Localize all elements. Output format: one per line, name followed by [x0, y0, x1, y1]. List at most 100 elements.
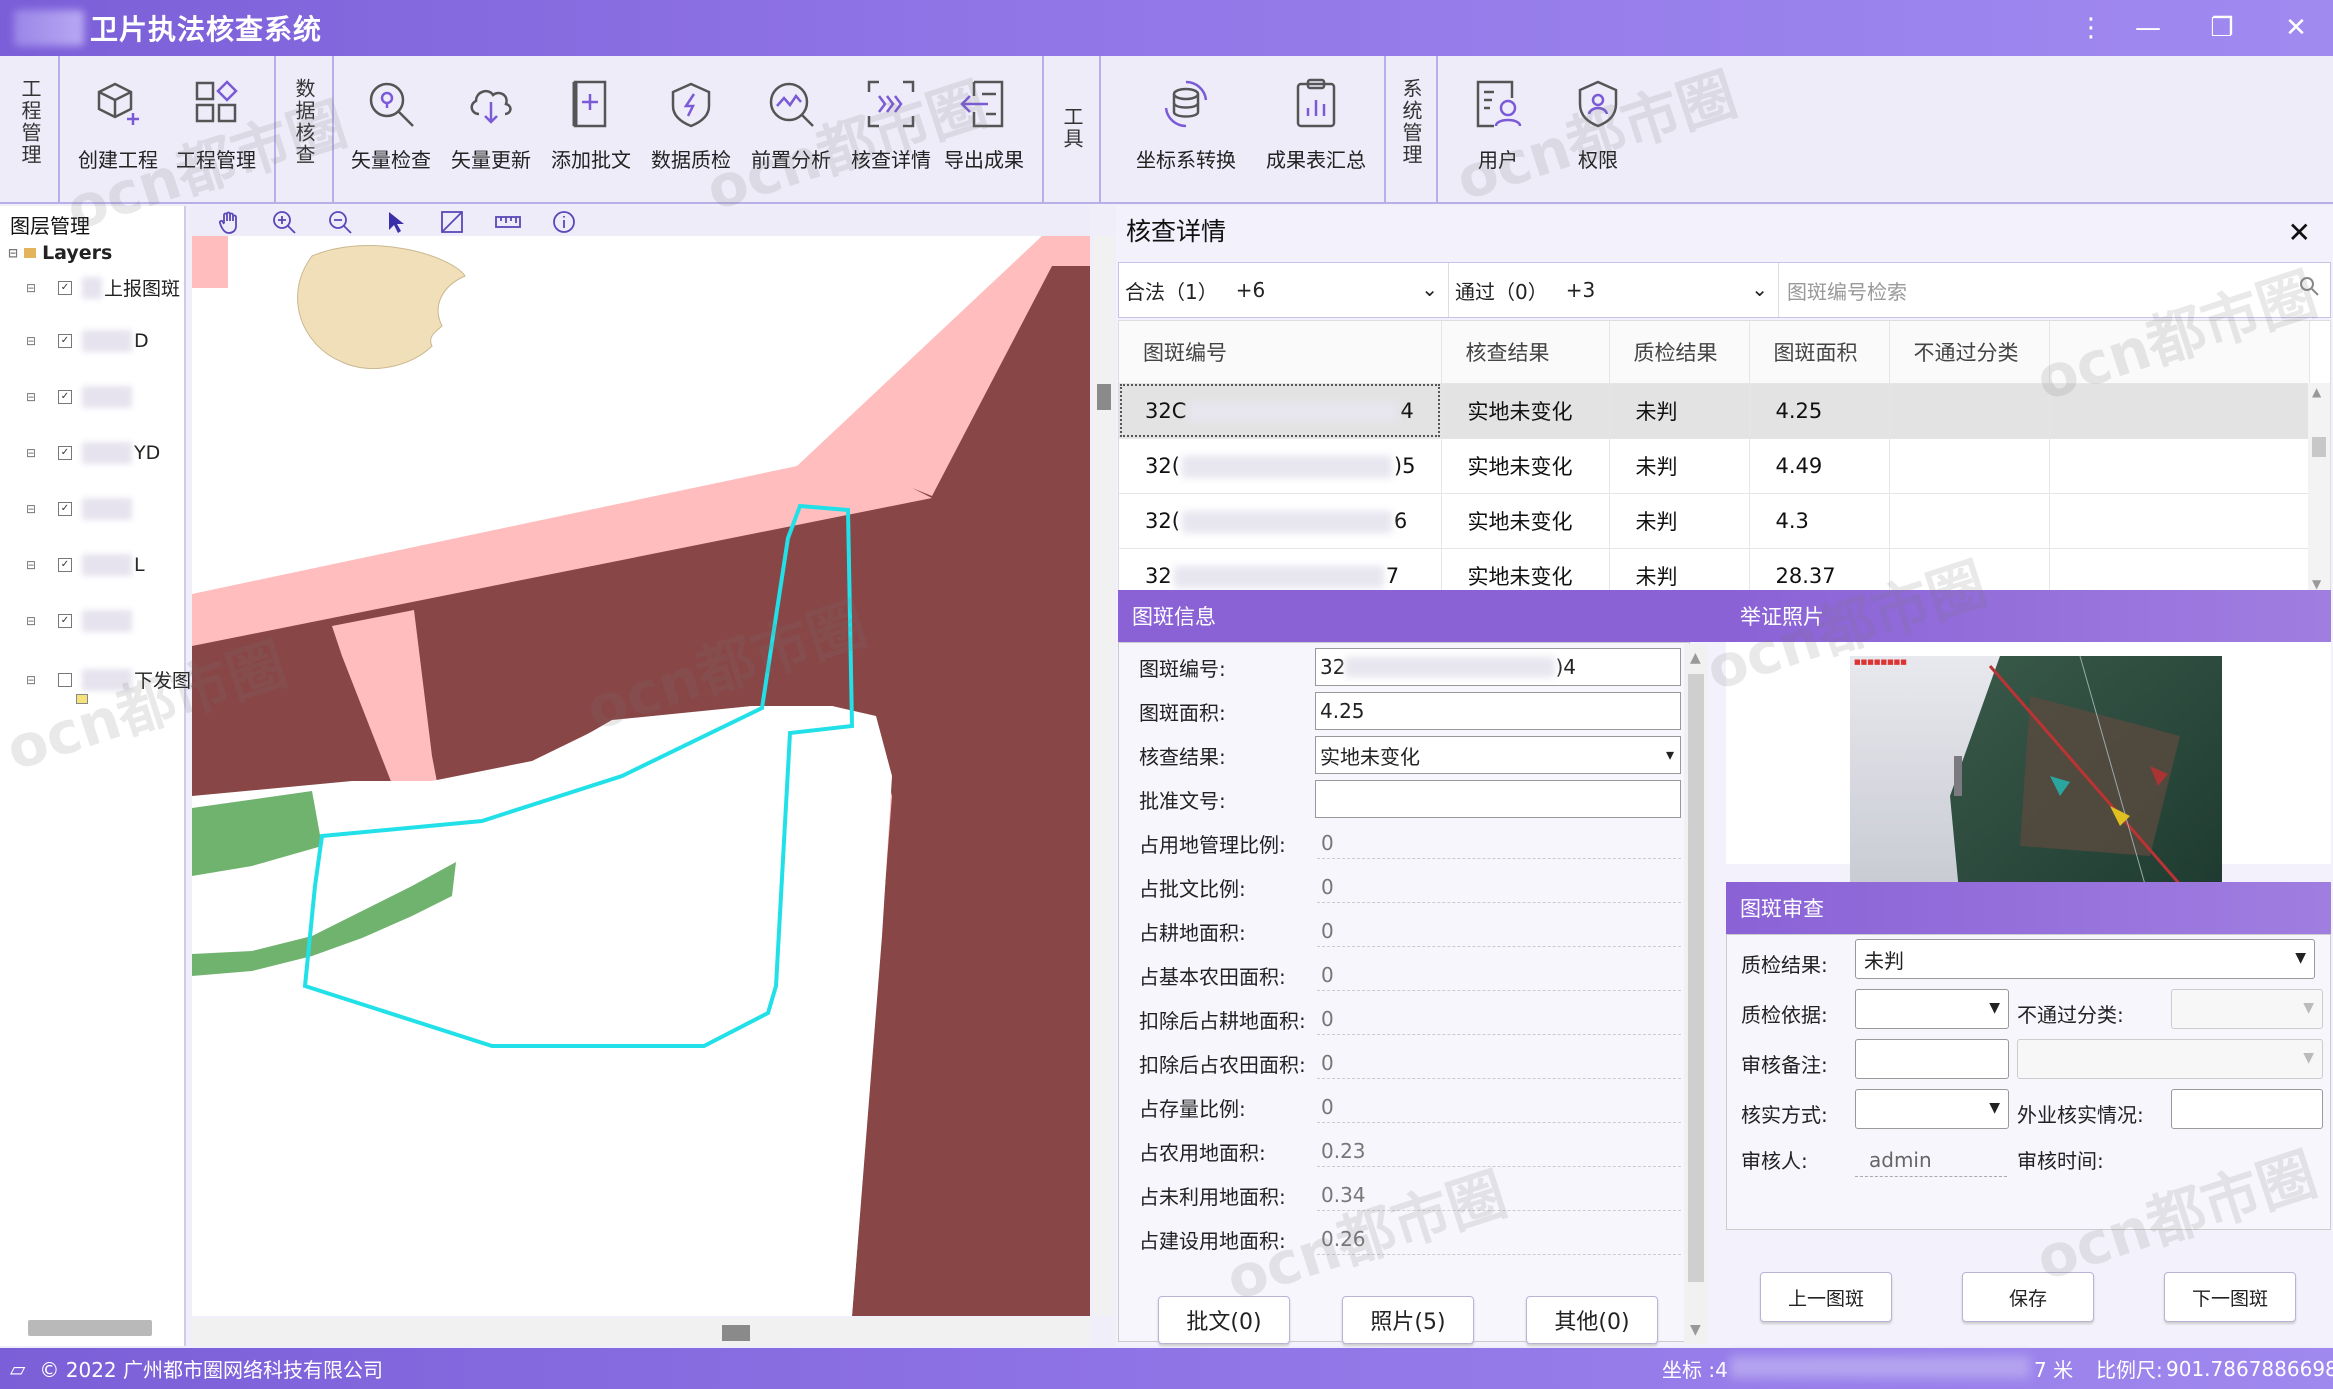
next-spot-button[interactable]: 下一图斑 [2164, 1272, 2296, 1322]
audit-remark-field[interactable] [1855, 1039, 2009, 1079]
vector-check-button[interactable]: 矢量检查 [341, 76, 441, 196]
layer-item[interactable]: ⊟ ✓ D [26, 330, 149, 352]
form-vertical-scrollbar[interactable]: ▲ ▼ [1684, 644, 1708, 1344]
expand-icon[interactable]: ⊟ [26, 558, 38, 572]
qc-basis-select[interactable]: ▼ [1855, 989, 2009, 1029]
more-icon[interactable]: ⋮ [2071, 0, 2111, 56]
evidence-header: 举证照片 [1726, 590, 2331, 642]
qc-result-select[interactable]: 未判 ▼ [1855, 939, 2315, 979]
expand-icon[interactable]: ⊟ [8, 246, 18, 260]
restore-button[interactable]: ❐ [2185, 0, 2259, 56]
layer-item[interactable]: ⊟ 下发图斑 [26, 666, 210, 693]
select-arrow-icon[interactable] [382, 208, 410, 236]
layer-item[interactable]: ⊟ ✓ YD [26, 442, 160, 464]
spot-search-input[interactable]: 图斑编号检索 [1779, 263, 2332, 317]
pan-hand-icon[interactable] [216, 208, 244, 236]
table-row[interactable]: 32C 4 实地未变化 未判 4.25 [1119, 383, 2310, 439]
permission-button[interactable]: 权限 [1548, 76, 1648, 196]
add-approval-button[interactable]: 添加批文 [541, 76, 641, 196]
approval-number-field[interactable] [1315, 780, 1681, 818]
layer-item[interactable]: ⊟ ✓ L [26, 554, 145, 576]
draw-polygon-icon[interactable] [438, 208, 466, 236]
table-row[interactable]: 32(6 实地未变化 未判 4.3 [1119, 493, 2310, 549]
measure-ruler-icon[interactable] [494, 208, 522, 236]
map-vertical-scrollbar[interactable] [1094, 236, 1114, 1316]
prev-spot-button[interactable]: 上一图斑 [1760, 1272, 1892, 1322]
layer-item[interactable]: ⊟ ✓ 上报图斑 [26, 274, 180, 301]
layer-checkbox[interactable]: ✓ [58, 334, 72, 348]
layer-item[interactable]: ⊟ ✓ [26, 498, 134, 520]
scroll-thumb[interactable] [722, 1325, 750, 1341]
scroll-down-icon[interactable]: ▼ [2312, 577, 2321, 591]
legal-filter-select[interactable]: 合法（1） +6 ⌄ [1119, 263, 1449, 317]
pass-filter-select[interactable]: 通过（0） +3 ⌄ [1449, 263, 1779, 317]
scroll-up-icon[interactable]: ▲ [1690, 650, 1701, 666]
scroll-down-icon[interactable]: ▼ [1690, 1322, 1701, 1338]
col-header[interactable]: 质检结果 [1609, 321, 1750, 384]
coord-convert-button[interactable]: 坐标系转换 [1126, 76, 1246, 196]
check-detail-button[interactable]: 核查详情 [841, 76, 941, 196]
layer-checkbox[interactable]: ✓ [58, 390, 72, 404]
vector-update-button[interactable]: 矢量更新 [441, 76, 541, 196]
expand-icon[interactable]: ⊟ [26, 281, 38, 295]
result-summary-button[interactable]: 成果表汇总 [1256, 76, 1376, 196]
table-row[interactable]: 32()5 实地未变化 未判 4.49 [1119, 438, 2310, 494]
data-qc-button[interactable]: 数据质检 [641, 76, 741, 196]
save-button[interactable]: 保存 [1962, 1272, 2094, 1322]
col-header[interactable]: 核查结果 [1441, 321, 1610, 384]
export-result-button[interactable]: 导出成果 [934, 76, 1034, 196]
remark-detail-select[interactable]: ▼ [2017, 1039, 2323, 1079]
verify-method-select[interactable]: ▼ [1855, 1089, 2009, 1129]
field-label: 占批文比例: [1139, 876, 1246, 901]
search-icon[interactable] [2298, 275, 2320, 302]
scroll-thumb[interactable] [2312, 437, 2326, 457]
evidence-photo[interactable]: ■■■■■■■■ [1850, 656, 2222, 902]
expand-icon[interactable]: ⊟ [26, 390, 38, 404]
spot-area-field[interactable]: 4.25 [1315, 692, 1681, 730]
layer-root[interactable]: ⊟ Layers [8, 242, 112, 264]
project-manage-button[interactable]: 工程管理 [166, 76, 266, 196]
check-result-select[interactable]: 实地未变化 ▾ [1315, 736, 1681, 774]
other-docs-button[interactable]: 其他(0) [1526, 1296, 1658, 1344]
map-horizontal-scrollbar[interactable] [192, 1318, 1090, 1346]
layer-item[interactable]: ⊟ ✓ [26, 610, 134, 632]
close-button[interactable]: ✕ [2259, 0, 2333, 56]
layer-checkbox[interactable]: ✓ [58, 280, 72, 295]
expand-icon[interactable]: ⊟ [26, 502, 38, 516]
cell-fail [1889, 548, 2050, 591]
spot-id-field[interactable]: 32)4 [1315, 648, 1681, 686]
map-canvas[interactable] [192, 236, 1090, 1316]
scroll-thumb[interactable] [1688, 674, 1704, 1282]
pre-analysis-button[interactable]: 前置分析 [741, 76, 841, 196]
layer-checkbox[interactable]: ✓ [58, 558, 72, 572]
layer-checkbox[interactable]: ✓ [58, 614, 72, 628]
expand-icon[interactable]: ⊟ [26, 334, 38, 348]
layer-checkbox[interactable] [58, 672, 72, 687]
col-header[interactable]: 图斑面积 [1749, 321, 1890, 384]
permission-label: 权限 [1578, 148, 1618, 172]
table-vertical-scrollbar[interactable]: ▲ ▼ [2308, 383, 2330, 591]
col-header[interactable]: 不通过分类 [1889, 321, 2050, 384]
approval-docs-button[interactable]: 批文(0) [1158, 1296, 1290, 1344]
detail-close-button[interactable]: ✕ [2288, 216, 2311, 249]
minimize-button[interactable]: — [2111, 0, 2185, 56]
scroll-thumb[interactable] [1097, 384, 1111, 410]
expand-icon[interactable]: ⊟ [26, 614, 38, 628]
field-verify-input[interactable] [2171, 1089, 2323, 1129]
expand-icon[interactable]: ⊟ [26, 446, 38, 460]
create-project-button[interactable]: 创建工程 [68, 76, 168, 196]
layer-checkbox[interactable]: ✓ [58, 502, 72, 516]
col-header[interactable]: 图斑编号 [1119, 321, 1442, 384]
layer-checkbox[interactable]: ✓ [58, 446, 72, 460]
fail-class-select[interactable]: ▼ [2171, 989, 2323, 1029]
zoom-out-icon[interactable] [326, 208, 354, 236]
layer-item[interactable]: ⊟ ✓ [26, 386, 134, 408]
table-row[interactable]: 32 7 实地未变化 未判 28.37 [1119, 548, 2310, 591]
expand-icon[interactable]: ⊟ [26, 673, 38, 687]
zoom-in-icon[interactable] [270, 208, 298, 236]
horizontal-scrollbar[interactable] [28, 1320, 152, 1336]
info-icon[interactable] [550, 208, 578, 236]
photos-button[interactable]: 照片(5) [1342, 1296, 1474, 1344]
scroll-up-icon[interactable]: ▲ [2312, 385, 2321, 399]
user-button[interactable]: 用户 [1448, 76, 1548, 196]
